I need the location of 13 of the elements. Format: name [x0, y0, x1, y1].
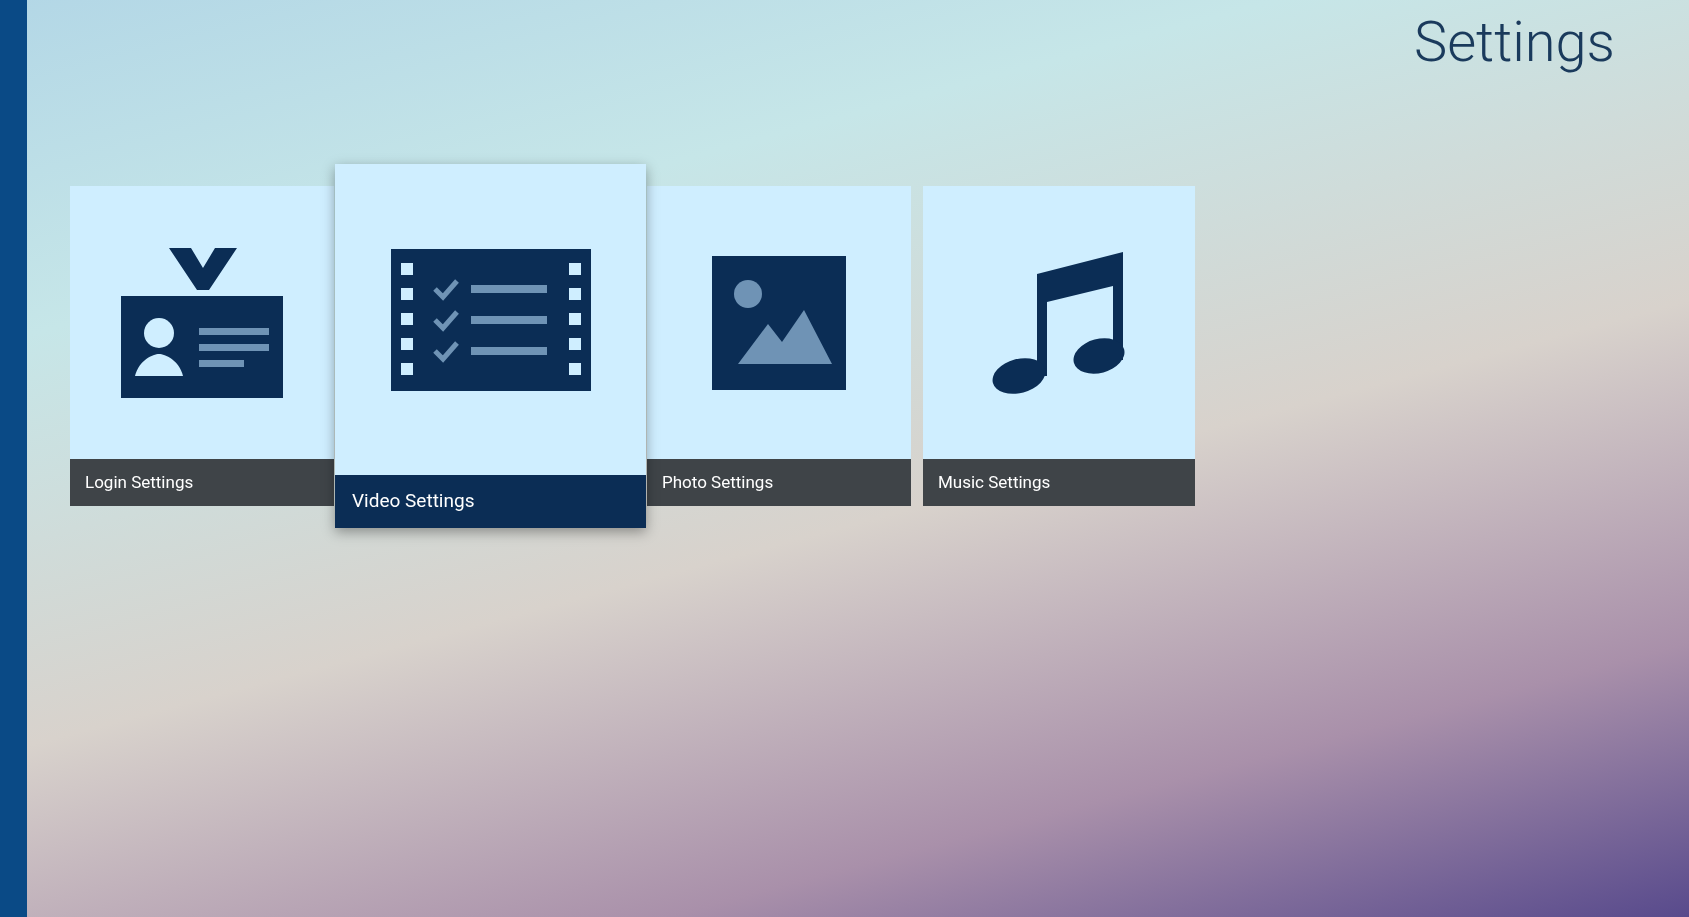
settings-tile[interactable]: Photo Settings: [647, 186, 911, 506]
settings-tile[interactable]: Login Settings: [70, 186, 334, 506]
tile-label: Login Settings: [70, 459, 334, 506]
tile-label: Music Settings: [923, 459, 1195, 506]
tile-label: Photo Settings: [647, 459, 911, 506]
page-title: Settings: [1413, 8, 1615, 77]
music-note-icon: [991, 251, 1127, 394]
tile-label: Video Settings: [335, 475, 646, 528]
film-checklist-icon: [390, 248, 591, 391]
settings-tile[interactable]: Music Settings: [923, 186, 1195, 506]
id-card-icon: [121, 247, 283, 398]
image-icon: [712, 255, 846, 390]
settings-tile[interactable]: Video Settings: [335, 164, 646, 528]
